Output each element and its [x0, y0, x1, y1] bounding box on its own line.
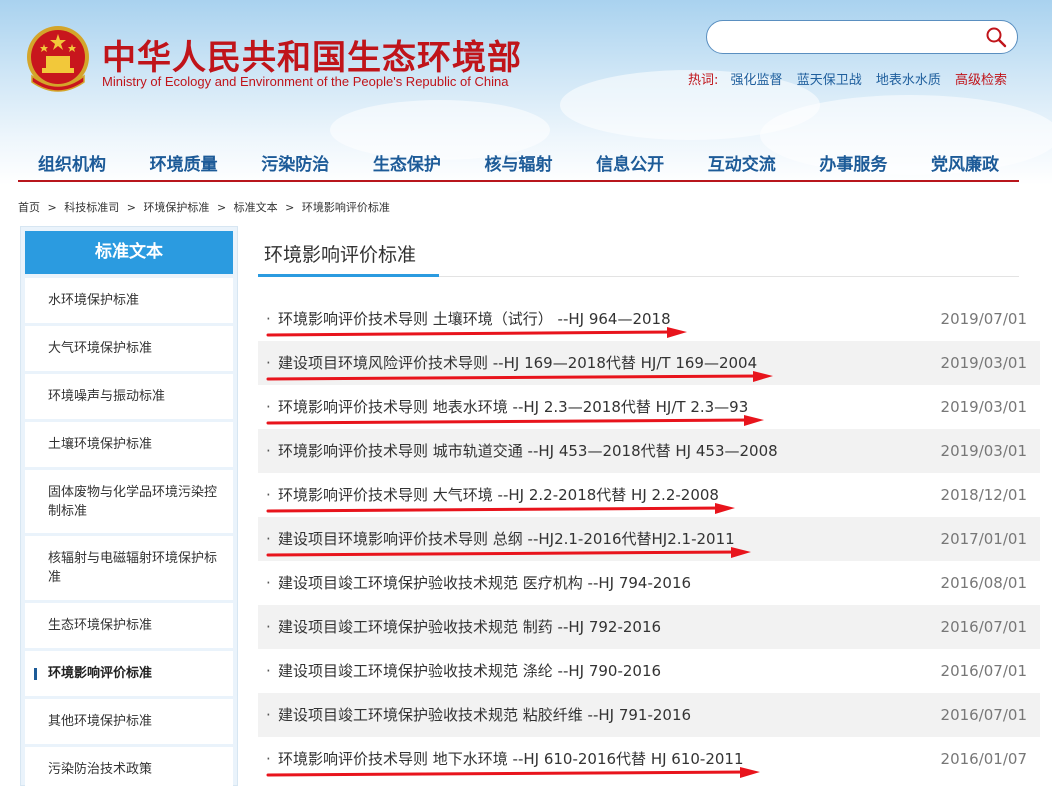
sidebar-item-ecology[interactable]: 生态环境保护标准 [25, 603, 233, 648]
publish-date: 2019/03/01 [940, 354, 1027, 372]
nav-item-pollution-control[interactable]: 污染防治 [261, 148, 329, 180]
hotwords-label: 热词: [688, 73, 719, 88]
sidebar-item-other[interactable]: 其他环境保护标准 [25, 699, 233, 744]
bullet-dot: · [266, 574, 271, 592]
list-item[interactable]: · 建设项目竣工环境保护验收技术规范 制药 --HJ 792-2016 2016/0… [258, 605, 1040, 649]
hotwords-bar: 热词: 强化监督 蓝天保卫战 地表水水质 高级检索 [688, 69, 1007, 88]
red-underline-arrow-icon [266, 767, 760, 778]
sidebar-item-water[interactable]: 水环境保护标准 [25, 278, 233, 323]
nav-item-information-disclosure[interactable]: 信息公开 [596, 148, 664, 180]
breadcrumb-separator: > [216, 201, 227, 214]
breadcrumb-separator: > [285, 201, 295, 214]
publish-date: 2017/01/01 [940, 530, 1027, 548]
breadcrumb-link[interactable]: 标准文本 [234, 201, 278, 214]
sidebar-item-noise[interactable]: 环境噪声与振动标准 [25, 374, 233, 419]
nav-item-services[interactable]: 办事服务 [819, 148, 887, 180]
sidebar-item-radiation[interactable]: 核辐射与电磁辐射环境保护标准 [25, 536, 233, 600]
bullet-dot: · [266, 618, 271, 636]
sidebar-item-eia[interactable]: 环境影响评价标准 [25, 651, 233, 696]
standard-link[interactable]: 建设项目竣工环境保护验收技术规范 涤纶 --HJ 790-2016 [278, 649, 661, 693]
publish-date: 2016/08/01 [940, 574, 1027, 592]
publish-date: 2016/07/01 [940, 618, 1027, 636]
breadcrumb-link[interactable]: 科技标准司 [64, 201, 119, 214]
standards-list: · 环境影响评价技术导则 土壤环境（试行） --HJ 964—2018 2019/0… [258, 297, 1040, 781]
breadcrumb-separator: > [126, 201, 136, 214]
search-input[interactable] [721, 26, 975, 48]
breadcrumb-separator: > [47, 201, 57, 214]
title-accent-bar [258, 274, 439, 277]
nav-item-nuclear-radiation[interactable]: 核与辐射 [485, 148, 553, 180]
site-subtitle[interactable]: Ministry of Ecology and Environment of t… [102, 74, 508, 89]
bullet-dot: · [266, 442, 271, 460]
list-item[interactable]: · 环境影响评价技术导则 地下水环境 --HJ 610-2016代替 HJ 610… [258, 737, 1040, 781]
standard-link[interactable]: 环境影响评价技术导则 城市轨道交通 --HJ 453—2018代替 HJ 453… [278, 429, 778, 473]
list-item[interactable]: · 建设项目环境影响评价技术导则 总纲 --HJ2.1-2016代替HJ2.1-2… [258, 517, 1040, 561]
list-item[interactable]: · 建设项目竣工环境保护验收技术规范 粘胶纤维 --HJ 791-2016 2016… [258, 693, 1040, 737]
sidebar-item-pollution-policy[interactable]: 污染防治技术政策 [25, 747, 233, 792]
list-item[interactable]: · 建设项目竣工环境保护验收技术规范 涤纶 --HJ 790-2016 2016/0… [258, 649, 1040, 693]
nav-item-party-integrity[interactable]: 党风廉政 [931, 148, 999, 180]
standard-link[interactable]: 建设项目竣工环境保护验收技术规范 医疗机构 --HJ 794-2016 [278, 561, 691, 605]
main-nav: 组织机构 环境质量 污染防治 生态保护 核与辐射 信息公开 互动交流 办事服务 … [18, 148, 1019, 182]
publish-date: 2016/01/07 [940, 750, 1027, 768]
publish-date: 2018/12/01 [940, 486, 1027, 504]
national-emblem-icon[interactable] [24, 24, 92, 94]
red-underline-arrow-icon [266, 371, 773, 382]
sidebar-item-air[interactable]: 大气环境保护标准 [25, 326, 233, 371]
list-item[interactable]: · 环境影响评价技术导则 城市轨道交通 --HJ 453—2018代替 HJ 45… [258, 429, 1040, 473]
list-item[interactable]: · 建设项目竣工环境保护验收技术规范 医疗机构 --HJ 794-2016 2016… [258, 561, 1040, 605]
publish-date: 2019/03/01 [940, 442, 1027, 460]
publish-date: 2016/07/01 [940, 662, 1027, 680]
site-header: 中华人民共和国生态环境部 Ministry of Ecology and Env… [0, 0, 1052, 185]
sidebar-heading: 标准文本 [25, 231, 233, 274]
hotword-link[interactable]: 强化监督 [731, 73, 783, 88]
red-underline-arrow-icon [266, 327, 687, 338]
breadcrumb: 首页 > 科技标准司 > 环境保护标准 > 标准文本 > 环境影响评价标准 [18, 199, 390, 215]
red-underline-arrow-icon [266, 415, 764, 426]
bullet-dot: · [266, 706, 271, 724]
list-item[interactable]: · 环境影响评价技术导则 大气环境 --HJ 2.2-2018代替 HJ 2.2-… [258, 473, 1040, 517]
red-underline-arrow-icon [266, 547, 751, 558]
nav-item-organization[interactable]: 组织机构 [38, 148, 106, 180]
sidebar-item-solid-waste[interactable]: 固体废物与化学品环境污染控制标准 [25, 470, 233, 533]
breadcrumb-link[interactable]: 环境保护标准 [143, 201, 209, 214]
search-box [706, 20, 1018, 54]
standard-link[interactable]: 建设项目竣工环境保护验收技术规范 制药 --HJ 792-2016 [278, 605, 661, 649]
sidebar-item-soil[interactable]: 土壤环境保护标准 [25, 422, 233, 467]
sidebar-list: 水环境保护标准 大气环境保护标准 环境噪声与振动标准 土壤环境保护标准 固体废物… [25, 278, 233, 795]
red-underline-arrow-icon [266, 503, 735, 514]
advanced-search-link[interactable]: 高级检索 [955, 73, 1007, 88]
bullet-dot: · [266, 662, 271, 680]
list-item[interactable]: · 建设项目环境风险评价技术导则 --HJ 169—2018代替 HJ/T 169… [258, 341, 1040, 385]
publish-date: 2016/07/01 [940, 706, 1027, 724]
nav-item-ecology-protection[interactable]: 生态保护 [373, 148, 441, 180]
hotword-link[interactable]: 地表水水质 [876, 73, 941, 88]
list-item[interactable]: · 环境影响评价技术导则 土壤环境（试行） --HJ 964—2018 2019/0… [258, 297, 1040, 341]
standard-link[interactable]: 建设项目竣工环境保护验收技术规范 粘胶纤维 --HJ 791-2016 [278, 693, 691, 737]
nav-item-interaction[interactable]: 互动交流 [708, 148, 776, 180]
breadcrumb-current[interactable]: 环境影响评价标准 [302, 201, 390, 214]
list-item[interactable]: · 环境影响评价技术导则 地表水环境 --HJ 2.3—2018代替 HJ/T 2… [258, 385, 1040, 429]
page-title: 环境影响评价标准 [264, 244, 417, 266]
sidebar: 标准文本 水环境保护标准 大气环境保护标准 环境噪声与振动标准 土壤环境保护标准… [20, 226, 238, 792]
site-title[interactable]: 中华人民共和国生态环境部 [102, 30, 522, 79]
search-icon[interactable] [985, 26, 1007, 48]
publish-date: 2019/07/01 [940, 310, 1027, 328]
nav-item-environment-quality[interactable]: 环境质量 [150, 148, 218, 180]
publish-date: 2019/03/01 [940, 398, 1027, 416]
breadcrumb-link-home[interactable]: 首页 [18, 201, 40, 214]
hotword-link[interactable]: 蓝天保卫战 [797, 73, 862, 88]
